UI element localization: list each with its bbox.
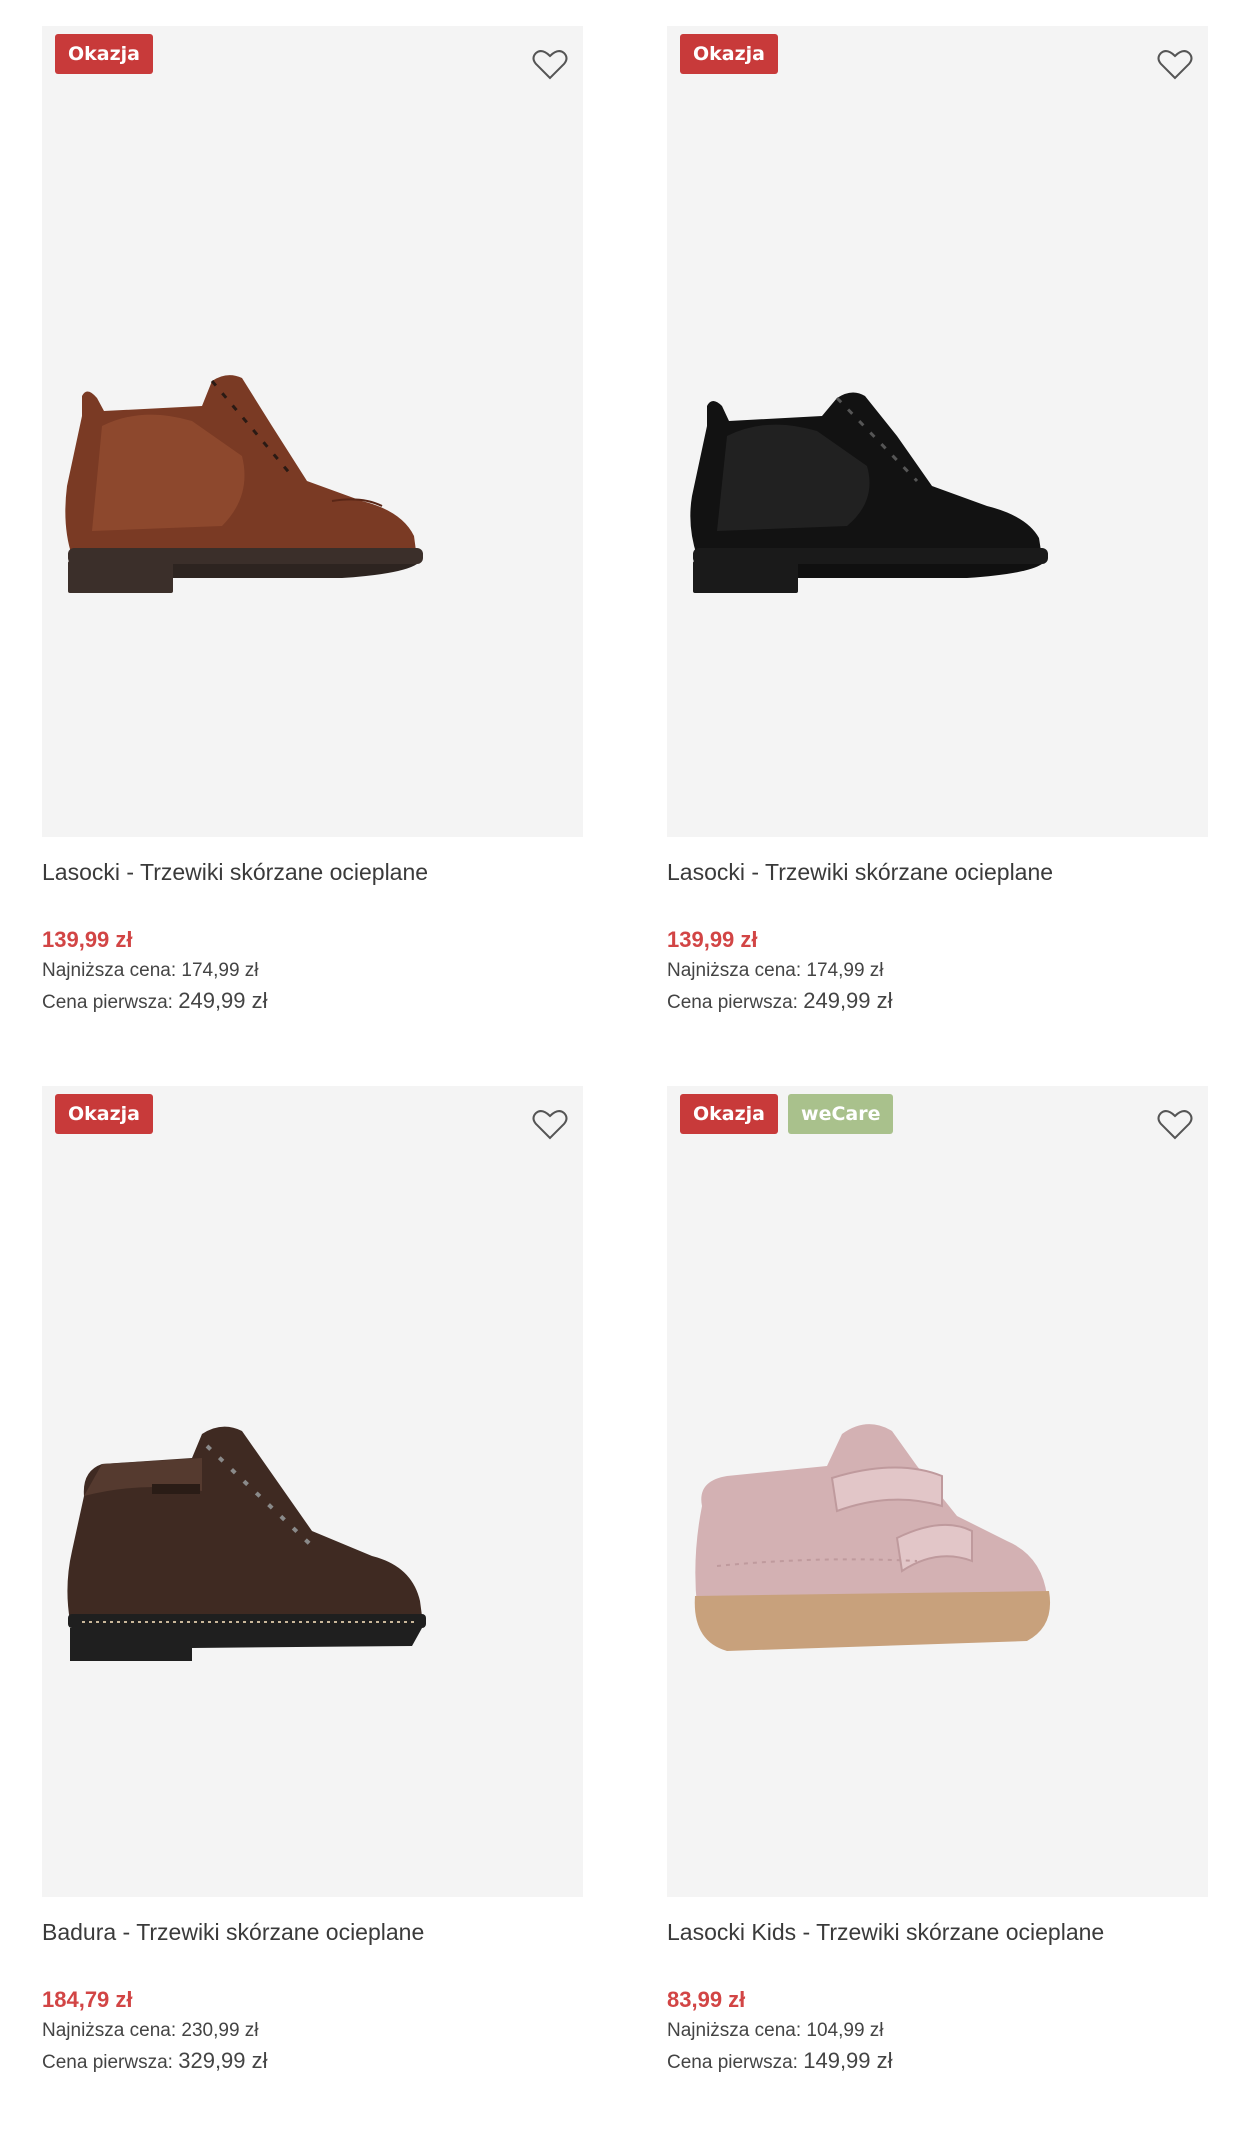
favorite-button[interactable] bbox=[1156, 1106, 1194, 1142]
original-price-row: Cena pierwsza: 249,99 zł bbox=[42, 986, 583, 1016]
original-price-value: 329,99 zł bbox=[178, 2048, 268, 2073]
lowest-price-row: Najniższa cena: 104,99 zł bbox=[667, 2016, 1208, 2046]
lowest-price-label: Najniższa cena: bbox=[667, 2020, 802, 2041]
product-info: Lasocki - Trzewiki skórzane ocieplane 13… bbox=[42, 837, 583, 1016]
original-price-row: Cena pierwsza: 149,99 zł bbox=[667, 2046, 1208, 2076]
sale-badge: Okazja bbox=[680, 1094, 779, 1134]
black-leather-ankle-boot-image bbox=[690, 392, 1048, 593]
heart-outline-icon bbox=[1157, 1110, 1193, 1140]
product-card[interactable]: Okazja weCare Lasocki Kids - Trzewiki sk… bbox=[667, 1086, 1208, 2146]
product-title[interactable]: Badura - Trzewiki skórzane ocieplane bbox=[42, 1914, 583, 1950]
original-price-label: Cena pierwsza: bbox=[42, 2052, 173, 2073]
lowest-price-row: Najniższa cena: 174,99 zł bbox=[42, 956, 583, 986]
lowest-price-label: Najniższa cena: bbox=[42, 2020, 177, 2041]
product-grid: Okazja Lasocki - Trzewiki skórzane ociep… bbox=[42, 26, 1208, 2146]
product-price: 139,99 zł bbox=[667, 927, 758, 952]
favorite-button[interactable] bbox=[531, 46, 569, 82]
badge-group: Okazja bbox=[55, 1094, 154, 1134]
pink-kids-velcro-boot-image bbox=[694, 1424, 1051, 1651]
product-image-area[interactable]: Okazja weCare bbox=[667, 1086, 1208, 1897]
product-price: 83,99 zł bbox=[667, 1987, 746, 2012]
sale-badge: Okazja bbox=[55, 1094, 154, 1134]
product-title[interactable]: Lasocki - Trzewiki skórzane ocieplane bbox=[42, 854, 583, 890]
lowest-price-label: Najniższa cena: bbox=[667, 960, 802, 981]
original-price-value: 149,99 zł bbox=[803, 2048, 893, 2073]
sale-badge: Okazja bbox=[680, 34, 779, 74]
badge-group: Okazja bbox=[680, 34, 779, 74]
favorite-button[interactable] bbox=[1156, 46, 1194, 82]
original-price-row: Cena pierwsza: 249,99 zł bbox=[667, 986, 1208, 1016]
lowest-price-value: 174,99 zł bbox=[806, 960, 884, 981]
heart-outline-icon bbox=[532, 1110, 568, 1140]
product-image-area[interactable]: Okazja bbox=[42, 1086, 583, 1897]
product-card[interactable]: Okazja Badura - Trzewiki skórzane ociepl… bbox=[42, 1086, 583, 2146]
lowest-price-value: 174,99 zł bbox=[181, 960, 259, 981]
product-info: Lasocki - Trzewiki skórzane ocieplane 13… bbox=[667, 837, 1208, 1016]
product-card[interactable]: Okazja Lasocki - Trzewiki skórzane ociep… bbox=[42, 26, 583, 1086]
product-info: Lasocki Kids - Trzewiki skórzane ociepla… bbox=[667, 1897, 1208, 2076]
original-price-label: Cena pierwsza: bbox=[667, 2052, 798, 2073]
lowest-price-value: 104,99 zł bbox=[806, 2020, 884, 2041]
product-card[interactable]: Okazja Lasocki - Trzewiki skórzane ociep… bbox=[667, 26, 1208, 1086]
original-price-label: Cena pierwsza: bbox=[42, 992, 173, 1013]
original-price-value: 249,99 zł bbox=[803, 988, 893, 1013]
brown-leather-ankle-boot-image bbox=[65, 375, 423, 593]
lowest-price-row: Najniższa cena: 174,99 zł bbox=[667, 956, 1208, 986]
badge-group: Okazja bbox=[55, 34, 154, 74]
original-price-label: Cena pierwsza: bbox=[667, 992, 798, 1013]
product-title[interactable]: Lasocki Kids - Trzewiki skórzane ociepla… bbox=[667, 1914, 1208, 1950]
original-price-row: Cena pierwsza: 329,99 zł bbox=[42, 2046, 583, 2076]
lowest-price-label: Najniższa cena: bbox=[42, 960, 177, 981]
product-price: 139,99 zł bbox=[42, 927, 133, 952]
heart-outline-icon bbox=[1157, 50, 1193, 80]
product-title[interactable]: Lasocki - Trzewiki skórzane ocieplane bbox=[667, 854, 1208, 890]
sale-badge: Okazja bbox=[55, 34, 154, 74]
lowest-price-row: Najniższa cena: 230,99 zł bbox=[42, 2016, 583, 2046]
wecare-badge: weCare bbox=[788, 1094, 894, 1134]
favorite-button[interactable] bbox=[531, 1106, 569, 1142]
product-image-area[interactable]: Okazja bbox=[667, 26, 1208, 837]
product-info: Badura - Trzewiki skórzane ocieplane 184… bbox=[42, 1897, 583, 2076]
lowest-price-value: 230,99 zł bbox=[181, 2020, 259, 2041]
badge-group: Okazja weCare bbox=[680, 1094, 894, 1134]
product-price: 184,79 zł bbox=[42, 1987, 133, 2012]
original-price-value: 249,99 zł bbox=[178, 988, 268, 1013]
product-image-area[interactable]: Okazja bbox=[42, 26, 583, 837]
heart-outline-icon bbox=[532, 50, 568, 80]
dark-brown-hiking-boot-image bbox=[67, 1426, 426, 1661]
